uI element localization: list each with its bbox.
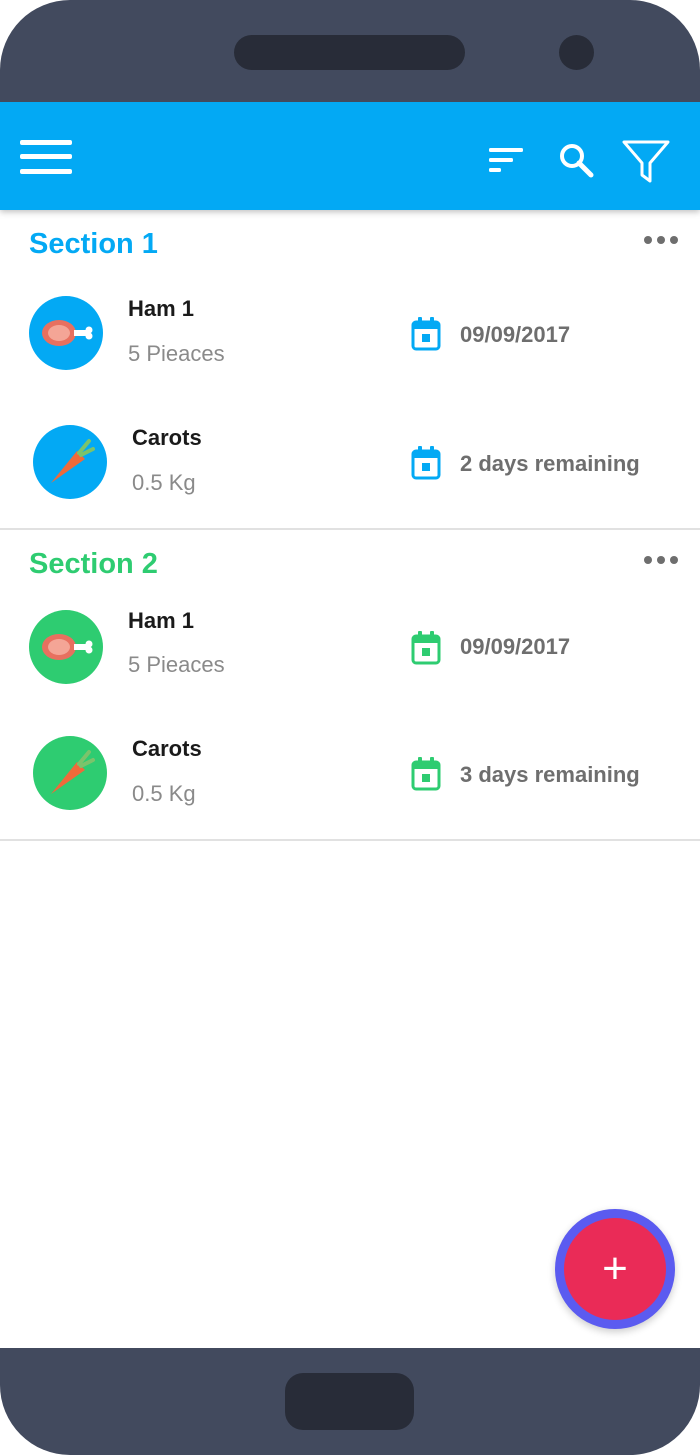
- item-date: 09/09/2017: [460, 322, 571, 347]
- list-item[interactable]: Carots 0.5 Kg 3 days remaining: [0, 726, 700, 846]
- phone-home-button: [285, 1373, 414, 1430]
- more-options-icon[interactable]: [644, 236, 678, 244]
- phone-speaker: [234, 35, 465, 70]
- item-quantity: 5 Pieaces: [128, 341, 225, 366]
- phone-frame: Section 1 Ham 1 5 Pieaces 09/09/2017 Car…: [0, 0, 700, 1455]
- list-item[interactable]: Ham 1 5 Pieaces 09/09/2017: [0, 286, 700, 406]
- calendar-icon: [410, 630, 442, 671]
- item-quantity: 5 Pieaces: [128, 652, 225, 677]
- item-name: Carots: [132, 736, 202, 761]
- ham-icon: [29, 296, 103, 370]
- item-date: 3 days remaining: [460, 762, 640, 787]
- more-options-icon[interactable]: [644, 556, 678, 564]
- calendar-icon: [410, 756, 442, 797]
- filter-icon[interactable]: [620, 138, 672, 186]
- app-bar: [0, 102, 700, 210]
- section-title: Section 1: [29, 228, 158, 260]
- list-item[interactable]: Ham 1 5 Pieaces 09/09/2017: [0, 606, 700, 726]
- plus-icon: +: [564, 1218, 666, 1320]
- carrot-icon: [33, 425, 107, 499]
- section-title: Section 2: [29, 548, 158, 580]
- carrot-icon: [33, 736, 107, 810]
- item-name: Ham 1: [128, 608, 195, 633]
- list-item[interactable]: Carots 0.5 Kg 2 days remaining: [0, 415, 700, 535]
- item-name: Ham 1: [128, 296, 195, 321]
- add-item-button[interactable]: +: [555, 1209, 675, 1329]
- ham-icon: [29, 610, 103, 684]
- section-2: Section 2 Ham 1 5 Pieaces 09/09/2017 Car…: [0, 530, 700, 841]
- phone-camera: [559, 35, 594, 70]
- item-name: Carots: [132, 425, 202, 450]
- calendar-icon: [410, 445, 442, 486]
- section-1: Section 1 Ham 1 5 Pieaces 09/09/2017 Car…: [0, 210, 700, 530]
- hamburger-menu-icon[interactable]: [20, 137, 72, 177]
- item-date: 2 days remaining: [460, 451, 640, 476]
- search-icon[interactable]: [556, 140, 596, 180]
- item-quantity: 0.5 Kg: [132, 470, 196, 495]
- item-quantity: 0.5 Kg: [132, 781, 196, 806]
- app-screen: Section 1 Ham 1 5 Pieaces 09/09/2017 Car…: [0, 102, 700, 1348]
- calendar-icon: [410, 316, 442, 357]
- sort-icon[interactable]: [486, 144, 526, 176]
- item-date: 09/09/2017: [460, 634, 571, 659]
